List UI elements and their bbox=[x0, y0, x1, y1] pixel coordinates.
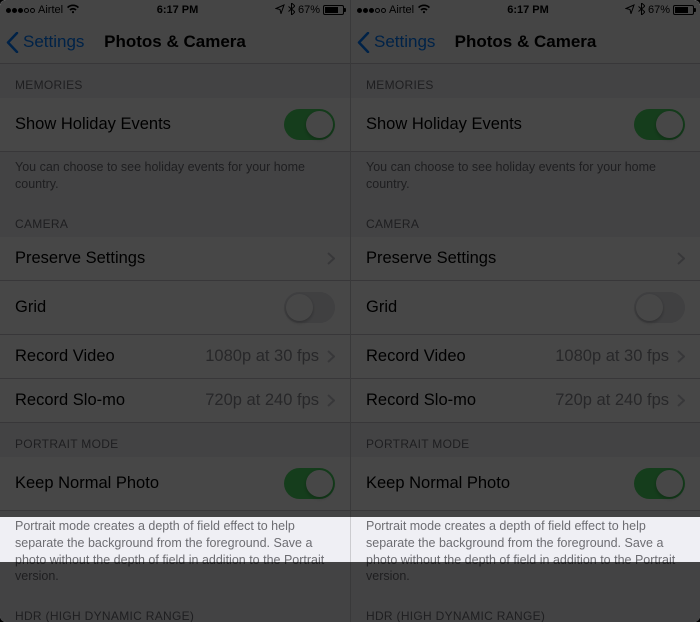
cell-preserve-settings[interactable]: Preserve Settings bbox=[0, 237, 350, 281]
portrait-keep-normal-toggle[interactable] bbox=[634, 468, 685, 499]
cell-show-holiday-events[interactable]: Show Holiday Events bbox=[0, 98, 350, 152]
status-bar: Airtel 6:17 PM 67% bbox=[351, 0, 700, 20]
page-title: Photos & Camera bbox=[104, 32, 246, 52]
show-holiday-events-label: Show Holiday Events bbox=[15, 115, 171, 134]
record-video-value: 1080p at 30 fps bbox=[205, 347, 319, 366]
record-slomo-value: 720p at 240 fps bbox=[205, 391, 319, 410]
wifi-icon bbox=[66, 4, 80, 17]
section-header-hdr: HDR (HIGH DYNAMIC RANGE) bbox=[351, 595, 700, 622]
grid-toggle[interactable] bbox=[284, 292, 335, 323]
cell-show-holiday-events[interactable]: Show Holiday Events bbox=[351, 98, 700, 152]
cell-record-video[interactable]: Record Video 1080p at 30 fps bbox=[0, 335, 350, 379]
preserve-settings-label: Preserve Settings bbox=[15, 249, 145, 268]
settings-pane-1: Airtel 6:17 PM 67% Settings Photos & Camera M… bbox=[350, 0, 700, 622]
preserve-settings-label: Preserve Settings bbox=[366, 249, 496, 268]
chevron-right-icon bbox=[677, 252, 685, 265]
portrait-keep-normal-label: Keep Normal Photo bbox=[366, 474, 510, 493]
battery-pct-label: 67% bbox=[648, 4, 670, 16]
section-footer-portrait: Portrait mode creates a depth of field e… bbox=[0, 511, 350, 596]
cell-record-slomo[interactable]: Record Slo-mo 720p at 240 fps bbox=[0, 379, 350, 423]
clock-label: 6:17 PM bbox=[507, 4, 549, 16]
portrait-keep-normal-toggle[interactable] bbox=[284, 468, 335, 499]
battery-pct-label: 67% bbox=[298, 4, 320, 16]
settings-scroll[interactable]: MEMORIES Show Holiday Events You can choos… bbox=[0, 64, 350, 622]
back-label: Settings bbox=[374, 32, 435, 52]
show-holiday-events-toggle[interactable] bbox=[634, 109, 685, 140]
nav-bar: Settings Photos & Camera bbox=[0, 20, 350, 64]
grid-toggle[interactable] bbox=[634, 292, 685, 323]
section-header-portrait: PORTRAIT MODE bbox=[351, 423, 700, 457]
nav-bar: Settings Photos & Camera bbox=[351, 20, 700, 64]
back-button[interactable]: Settings bbox=[6, 20, 84, 64]
carrier-label: Airtel bbox=[389, 4, 414, 16]
bluetooth-icon bbox=[288, 3, 295, 18]
cell-record-slomo[interactable]: Record Slo-mo 720p at 240 fps bbox=[351, 379, 700, 423]
section-header-camera: CAMERA bbox=[351, 203, 700, 237]
settings-scroll[interactable]: MEMORIES Show Holiday Events You can choos… bbox=[351, 64, 700, 622]
location-icon bbox=[275, 4, 285, 17]
record-slomo-label: Record Slo-mo bbox=[366, 391, 476, 410]
signal-strength-icon bbox=[6, 8, 35, 13]
portrait-keep-normal-label: Keep Normal Photo bbox=[15, 474, 159, 493]
grid-label: Grid bbox=[15, 298, 46, 317]
battery-icon bbox=[673, 5, 694, 15]
section-header-hdr: HDR (HIGH DYNAMIC RANGE) bbox=[0, 595, 350, 622]
cell-record-video[interactable]: Record Video 1080p at 30 fps bbox=[351, 335, 700, 379]
record-video-label: Record Video bbox=[15, 347, 115, 366]
page-title: Photos & Camera bbox=[455, 32, 597, 52]
back-button[interactable]: Settings bbox=[357, 20, 435, 64]
signal-strength-icon bbox=[357, 8, 386, 13]
bluetooth-icon bbox=[638, 3, 645, 18]
grid-label: Grid bbox=[366, 298, 397, 317]
clock-label: 6:17 PM bbox=[157, 4, 199, 16]
cell-grid[interactable]: Grid bbox=[351, 281, 700, 335]
wifi-icon bbox=[417, 4, 431, 17]
show-holiday-events-label: Show Holiday Events bbox=[366, 115, 522, 134]
section-footer-portrait: Portrait mode creates a depth of field e… bbox=[351, 511, 700, 596]
section-header-portrait: PORTRAIT MODE bbox=[0, 423, 350, 457]
status-bar: Airtel 6:17 PM 67% bbox=[0, 0, 350, 20]
record-slomo-label: Record Slo-mo bbox=[15, 391, 125, 410]
record-video-label: Record Video bbox=[366, 347, 466, 366]
section-header-memories: MEMORIES bbox=[0, 64, 350, 98]
chevron-right-icon bbox=[327, 252, 335, 265]
carrier-label: Airtel bbox=[38, 4, 63, 16]
settings-pane-0: Airtel 6:17 PM 67% Settings Photos & Camera M… bbox=[0, 0, 350, 622]
record-video-value: 1080p at 30 fps bbox=[555, 347, 669, 366]
cell-portrait-keep-normal[interactable]: Keep Normal Photo bbox=[351, 457, 700, 511]
cell-grid[interactable]: Grid bbox=[0, 281, 350, 335]
section-header-memories: MEMORIES bbox=[351, 64, 700, 98]
cell-portrait-keep-normal[interactable]: Keep Normal Photo bbox=[0, 457, 350, 511]
battery-icon bbox=[323, 5, 344, 15]
section-footer-memories: You can choose to see holiday events for… bbox=[0, 152, 350, 203]
show-holiday-events-toggle[interactable] bbox=[284, 109, 335, 140]
section-footer-memories: You can choose to see holiday events for… bbox=[351, 152, 700, 203]
section-header-camera: CAMERA bbox=[0, 203, 350, 237]
cell-preserve-settings[interactable]: Preserve Settings bbox=[351, 237, 700, 281]
back-label: Settings bbox=[23, 32, 84, 52]
location-icon bbox=[625, 4, 635, 17]
record-slomo-value: 720p at 240 fps bbox=[555, 391, 669, 410]
